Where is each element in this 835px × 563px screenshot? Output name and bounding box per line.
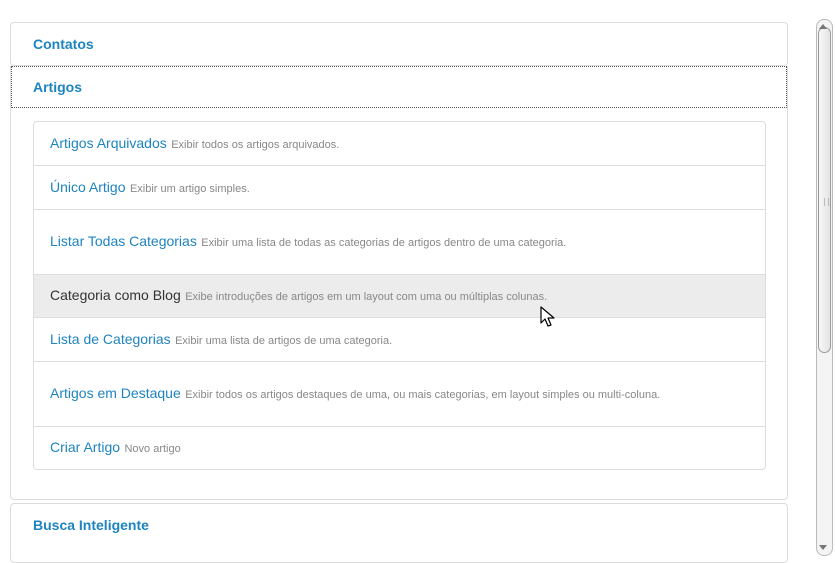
panel-contatos-header[interactable]: Contatos (11, 23, 787, 65)
item-title[interactable]: Único Artigo (50, 179, 125, 195)
item-desc: Exibe introduções de artigos em um layou… (185, 291, 548, 303)
scrollbar-track[interactable] (816, 19, 833, 556)
scrollbar-thumb[interactable] (818, 27, 831, 353)
scroll-down-arrow-icon[interactable] (819, 545, 827, 550)
list-item-artigos-arquivados[interactable]: Artigos Arquivados Exibir todos os artig… (34, 122, 765, 165)
panel-busca-inteligente-header[interactable]: Busca Inteligente (11, 504, 787, 546)
mouse-cursor-icon (540, 306, 555, 327)
list-item-artigos-em-destaque[interactable]: Artigos em Destaque Exibir todos os arti… (34, 361, 765, 426)
list-item-unico-artigo[interactable]: Único Artigo Exibir um artigo simples. (34, 165, 765, 209)
list-item-categoria-como-blog[interactable]: Categoria como Blog Exibe introduções de… (34, 274, 765, 317)
item-title[interactable]: Artigos em Destaque (50, 385, 181, 401)
item-title[interactable]: Lista de Categorias (50, 331, 171, 347)
item-desc: Exibir todos os artigos arquivados. (171, 138, 340, 151)
list-item-criar-artigo[interactable]: Criar Artigo Novo artigo (34, 426, 765, 469)
panel-contatos: Contatos (10, 22, 788, 66)
panel-artigos: Artigos Artigos Arquivados Exibir todos … (10, 66, 788, 500)
vertical-scrollbar[interactable] (815, 15, 833, 556)
item-title[interactable]: Listar Todas Categorias (50, 233, 197, 249)
item-desc: Exibir um artigo simples. (129, 182, 250, 195)
item-desc: Exibir uma lista de artigos de uma categ… (175, 334, 393, 347)
item-title[interactable]: Categoria como Blog (50, 287, 181, 303)
item-title[interactable]: Artigos Arquivados (50, 135, 167, 151)
item-desc: Novo artigo (124, 443, 181, 455)
panel-busca-inteligente: Busca Inteligente (10, 503, 788, 563)
articles-list: Artigos Arquivados Exibir todos os artig… (33, 121, 766, 470)
item-title[interactable]: Criar Artigo (50, 439, 120, 455)
item-desc: Exibir todos os artigos destaques de uma… (185, 389, 661, 401)
panel-artigos-header[interactable]: Artigos (11, 66, 787, 108)
list-item-lista-de-categorias[interactable]: Lista de Categorias Exibir uma lista de … (34, 317, 765, 361)
scroll-up-arrow-icon[interactable] (819, 24, 827, 29)
item-desc: Exibir uma lista de todas as categorias … (201, 237, 567, 249)
grip-icon (824, 198, 829, 206)
list-item-listar-todas-categorias[interactable]: Listar Todas Categorias Exibir uma lista… (34, 209, 765, 274)
